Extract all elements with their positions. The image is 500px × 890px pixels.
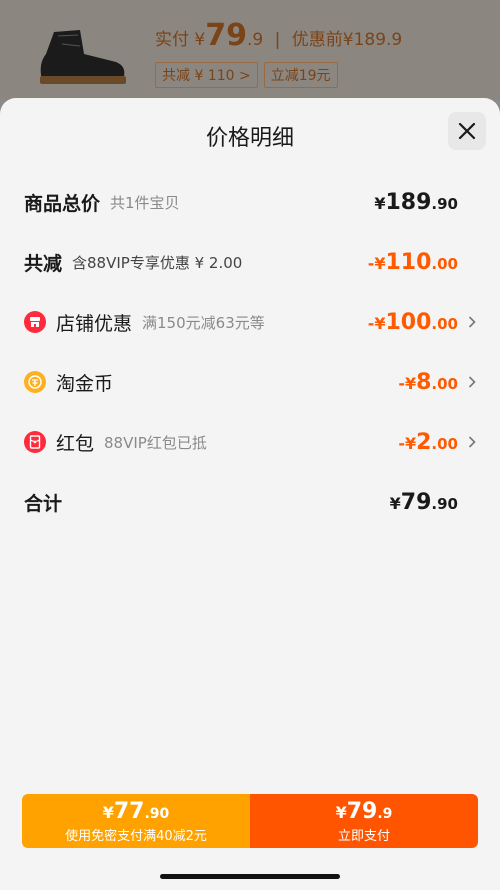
- amount-yen: -¥: [398, 373, 417, 393]
- payment-bar: ¥77.90 使用免密支付满40减2元 ¥79.9 立即支付: [22, 794, 478, 848]
- amount-dec: .90: [144, 805, 170, 822]
- row-shop-discount[interactable]: 店铺优惠 满150元减63元等 -¥ 100.00: [24, 302, 476, 342]
- price-detail-sheet: 价格明细 商品总价 共1件宝贝 ¥189.90 共减 含88VIP专享优惠 ¥ …: [0, 98, 500, 890]
- total-discount-tag: 共减 ¥ 110 >: [155, 62, 258, 88]
- taobao-coin-label: 淘金币: [56, 372, 114, 395]
- chevron-right-icon: [462, 436, 476, 448]
- row-sum: 合计 ¥79.90: [24, 482, 476, 522]
- sum-label: 合计: [24, 492, 63, 515]
- vip-discount-note: 含88VIP专享优惠 ¥ 2.00: [72, 253, 243, 272]
- pay-now-label: 立即支付: [337, 828, 390, 844]
- original-label: 优惠前: [291, 30, 343, 50]
- amount-int: 110: [385, 249, 432, 275]
- password-free-pay-button[interactable]: ¥77.90 使用免密支付满40减2元: [22, 794, 250, 848]
- amount-yen: -¥: [398, 433, 417, 453]
- total-discount-label: 共减: [24, 252, 63, 275]
- original-price: ¥189.9: [342, 30, 403, 50]
- row-red-packet[interactable]: 红包 88VIP红包已抵 -¥ 2.00: [24, 422, 476, 462]
- amount-dec: .00: [431, 254, 458, 273]
- sum-amount: ¥79.90: [390, 490, 458, 515]
- amount-int: 79: [346, 798, 378, 824]
- row-taobao-coin[interactable]: 淘金币 -¥ 8.00: [24, 362, 476, 402]
- amount-dec: .90: [431, 194, 458, 213]
- instant-discount-tag: 立减19元: [263, 62, 338, 88]
- amount-int: 2: [416, 429, 432, 455]
- red-packet-label: 红包: [56, 432, 95, 455]
- amount-yen: -¥: [367, 313, 386, 333]
- price-separator: |: [274, 30, 281, 50]
- coin-icon: [24, 371, 46, 393]
- paid-price-line: 实付 ¥79.9 | 优惠前¥189.9: [155, 18, 402, 53]
- chevron-right-icon: [462, 376, 476, 388]
- amount-yen: -¥: [367, 253, 386, 273]
- amount-dec: .9: [377, 805, 393, 822]
- amount-int: 8: [416, 369, 432, 395]
- item-count: 共1件宝贝: [110, 193, 180, 212]
- amount-dec: .90: [431, 494, 458, 513]
- red-packet-note: 88VIP红包已抵: [104, 433, 207, 452]
- amount-yen: ¥: [389, 493, 401, 513]
- product-summary: 实付 ¥79.9 | 优惠前¥189.9 共减 ¥ 110 > 立减19元: [0, 0, 500, 100]
- amount-int: 100: [385, 309, 432, 335]
- home-indicator[interactable]: [160, 874, 340, 879]
- close-button[interactable]: [448, 112, 486, 150]
- sheet-title: 价格明细: [205, 126, 294, 151]
- product-image: [40, 30, 126, 84]
- amount-dec: .00: [431, 314, 458, 333]
- discount-tags: 共减 ¥ 110 > 立减19元: [155, 62, 338, 88]
- shop-discount-amount: -¥ 100.00: [368, 310, 458, 335]
- item-total-label: 商品总价: [24, 192, 101, 215]
- chevron-right-icon: [462, 316, 476, 328]
- row-item-total: 商品总价 共1件宝贝 ¥189.90: [24, 182, 476, 222]
- amount-dec: .00: [431, 374, 458, 393]
- total-discount-amount: -¥ 110.00: [368, 250, 458, 275]
- amount-dec: .00: [431, 434, 458, 453]
- shop-discount-rule: 满150元减63元等: [142, 313, 265, 332]
- amount-int: 189: [385, 189, 432, 215]
- item-total-amount: ¥189.90: [374, 190, 458, 215]
- red-packet-icon: [24, 431, 46, 453]
- row-total-discount: 共减 含88VIP专享优惠 ¥ 2.00 -¥ 110.00: [24, 242, 476, 282]
- red-packet-amount: -¥ 2.00: [398, 430, 458, 455]
- password-free-amount: ¥77.90: [103, 799, 170, 824]
- amount-yen: ¥: [374, 193, 386, 213]
- amount-yen: ¥: [335, 802, 347, 822]
- shop-icon: [24, 311, 46, 333]
- paid-yen: ¥: [194, 30, 206, 50]
- pay-now-button[interactable]: ¥79.9 立即支付: [250, 794, 478, 848]
- taobao-coin-amount: -¥ 8.00: [398, 370, 458, 395]
- close-icon: [458, 122, 476, 140]
- amount-yen: ¥: [102, 802, 114, 822]
- amount-int: 77: [113, 798, 145, 824]
- shop-discount-label: 店铺优惠: [56, 312, 133, 335]
- paid-int: 79: [205, 18, 247, 53]
- paid-dec: .9: [246, 30, 264, 50]
- amount-int: 79: [400, 489, 432, 515]
- password-free-label: 使用免密支付满40减2元: [65, 828, 207, 844]
- paid-label: 实付: [155, 30, 189, 50]
- pay-now-amount: ¥79.9: [336, 799, 393, 824]
